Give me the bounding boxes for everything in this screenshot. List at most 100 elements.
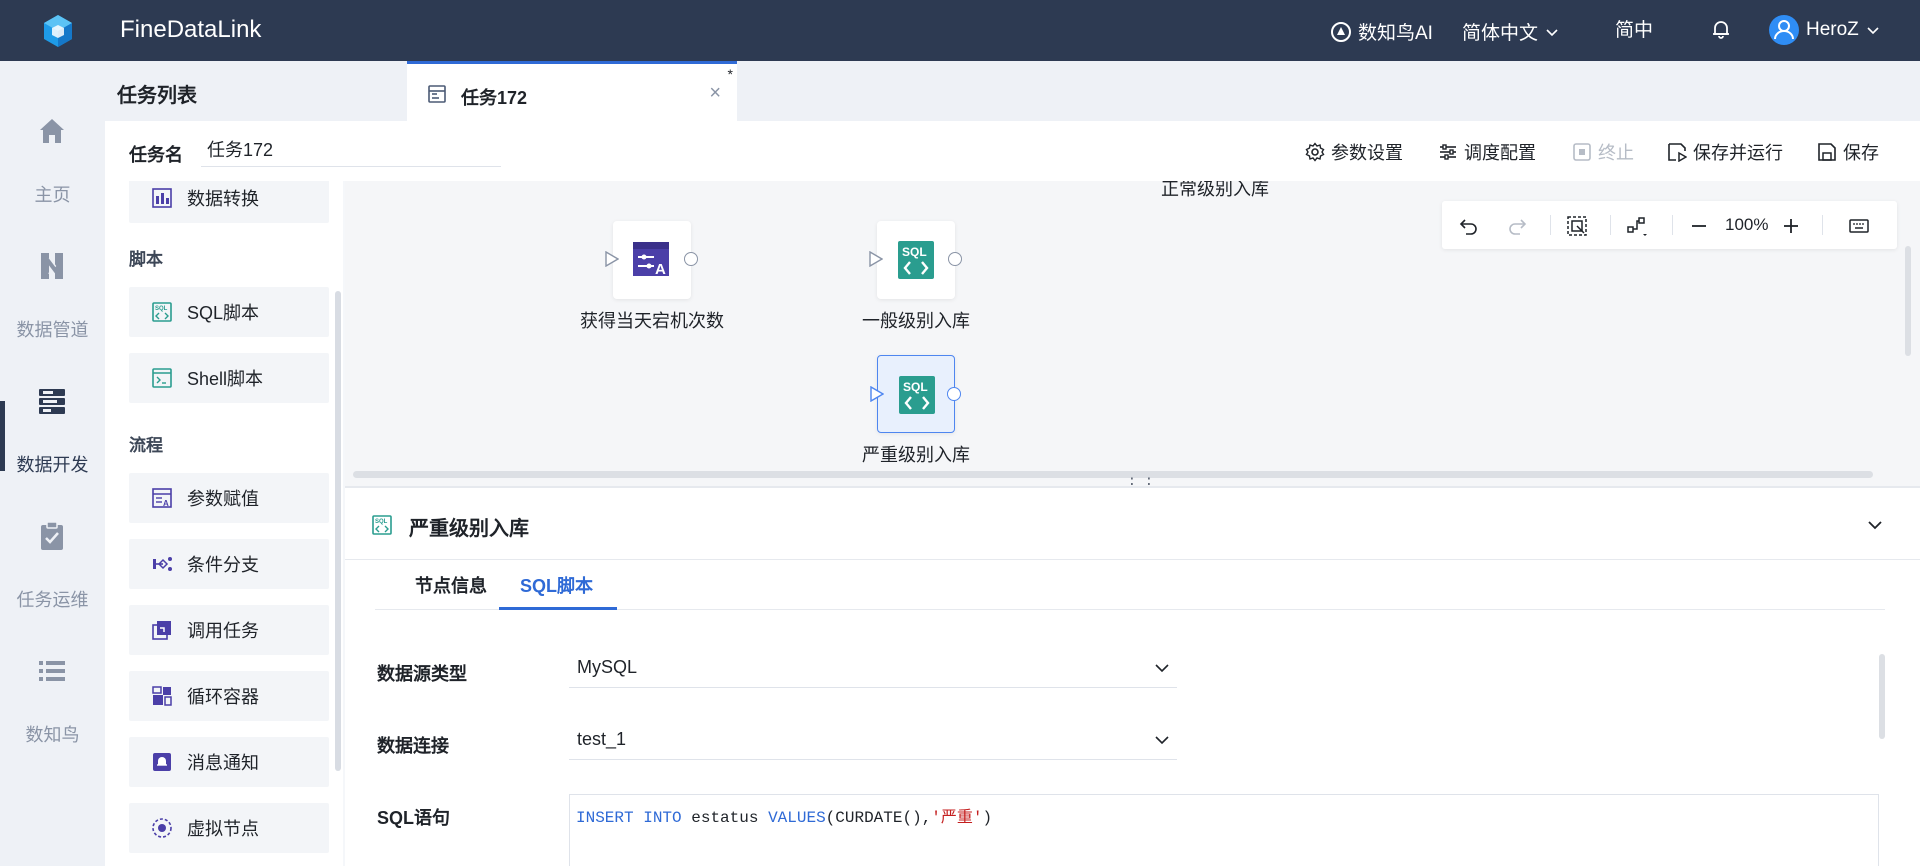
chevron-down-icon[interactable] <box>1866 516 1884 534</box>
component-virtual-node[interactable]: 虚拟节点 <box>129 803 329 853</box>
language-select[interactable]: 简体中文 <box>1462 18 1560 45</box>
schedule-config-button[interactable]: 调度配置 <box>1438 139 1536 165</box>
datasource-type-label: 数据源类型 <box>377 664 467 684</box>
section-script: 脚本 <box>129 250 163 269</box>
sql-statement-label: SQL语句 <box>377 808 451 828</box>
svg-text:A: A <box>163 499 169 508</box>
ops-icon <box>36 520 68 552</box>
tab-node-info[interactable]: 节点信息 <box>415 572 487 598</box>
ai-assistant-button[interactable]: 数知鸟AI <box>1330 18 1433 45</box>
button-label: 保存并运行 <box>1693 143 1783 163</box>
tab-label: 任务172 <box>461 88 528 108</box>
app-logo-icon[interactable] <box>40 13 76 49</box>
input-mode-indicator[interactable]: 简中 <box>1615 15 1653 42</box>
task-list-title[interactable]: 任务列表 <box>117 79 197 108</box>
connection-label: 数据连接 <box>377 736 449 756</box>
redo-icon[interactable] <box>1506 215 1528 237</box>
virtual-node-icon <box>151 817 173 839</box>
component-shell-script[interactable]: Shell脚本 <box>129 353 329 403</box>
avatar <box>1768 14 1800 46</box>
node-label-partial: 正常级别入库 <box>1161 181 1269 199</box>
node-sql-general[interactable]: SQL <box>869 221 962 299</box>
fit-view-icon[interactable] <box>1566 215 1588 237</box>
svg-text:SQL: SQL <box>375 519 388 525</box>
canvas-vertical-scrollbar[interactable] <box>1905 246 1911 356</box>
undo-icon[interactable] <box>1458 215 1480 237</box>
params-settings-button[interactable]: 参数设置 <box>1305 139 1403 165</box>
output-port[interactable] <box>684 252 698 266</box>
input-port-icon[interactable] <box>605 251 619 267</box>
shell-icon <box>151 367 173 389</box>
stop-button[interactable]: 终止 <box>1572 139 1634 165</box>
svg-text:SQL: SQL <box>902 245 927 259</box>
task-toolbar: 任务名 参数设置 调度配置 终止 保存并运行 保存 <box>105 121 1920 181</box>
component-message-notify[interactable]: 消息通知 <box>129 737 329 787</box>
bell-icon <box>1710 18 1732 40</box>
input-port-icon[interactable] <box>870 386 884 402</box>
stop-icon <box>1572 142 1592 162</box>
button-label: 调度配置 <box>1464 143 1536 163</box>
node-label: 一般级别入库 <box>862 311 970 331</box>
layout-icon[interactable] <box>1626 215 1648 237</box>
chevron-down-icon <box>1865 22 1881 38</box>
sql-function: (CURDATE(), <box>825 809 932 827</box>
component-invoke-task[interactable]: 调用任务 <box>129 605 329 655</box>
zoom-level: 100% <box>1725 215 1769 234</box>
detail-vertical-scrollbar[interactable] <box>1879 654 1885 739</box>
save-button[interactable]: 保存 <box>1817 139 1879 165</box>
list-icon <box>36 655 68 687</box>
sql-keyword: INSERT <box>576 809 634 827</box>
modified-marker: * <box>727 66 733 82</box>
component-label: SQL脚本 <box>187 303 260 323</box>
flow-canvas[interactable]: 正常级别入库 A 获得当天宕机次数 SQL 一般级别入库 SQL 严重级别入库 <box>345 181 1920 486</box>
notification-button[interactable] <box>1710 18 1732 40</box>
input-port-icon[interactable] <box>869 251 883 267</box>
zoom-in-icon[interactable] <box>1780 215 1802 237</box>
nav-label: 数知鸟 <box>25 725 80 745</box>
top-bar: FineDataLink 数知鸟AI 简体中文 简中 HeroZ <box>0 0 1920 61</box>
canvas-horizontal-scrollbar[interactable] <box>353 471 1873 478</box>
sliders-icon <box>1438 142 1458 162</box>
connection-select[interactable]: test_1 <box>569 720 1177 760</box>
ai-label: 数知鸟AI <box>1358 23 1433 44</box>
chevron-down-icon <box>1153 659 1171 677</box>
language-label: 简体中文 <box>1462 23 1539 44</box>
sql-editor[interactable]: INSERT INTO estatus VALUES(CURDATE(),'严重… <box>569 794 1879 866</box>
component-loop-container[interactable]: 循环容器 <box>129 671 329 721</box>
zoom-out-icon[interactable] <box>1688 215 1710 237</box>
sql-icon: SQL <box>897 375 937 415</box>
section-flow: 流程 <box>129 436 163 455</box>
nav-item-bird[interactable]: 数知鸟 <box>0 601 105 761</box>
output-port[interactable] <box>947 387 961 401</box>
component-param-assign[interactable]: A 参数赋值 <box>129 473 329 523</box>
output-port[interactable] <box>948 252 962 266</box>
svg-text:SQL: SQL <box>903 380 928 394</box>
sql-table: estatus <box>691 809 759 827</box>
component-sql-script[interactable]: SQL SQL脚本 <box>129 287 329 337</box>
tab-task172[interactable]: 任务172 × * <box>407 61 737 121</box>
task-name-input[interactable] <box>201 131 501 167</box>
node-param-assign[interactable]: A <box>605 221 698 299</box>
datasource-type-select[interactable]: MySQL <box>569 648 1177 688</box>
node-sql-severe[interactable]: SQL <box>870 355 961 433</box>
component-label: 消息通知 <box>187 753 259 773</box>
button-label: 参数设置 <box>1331 143 1403 163</box>
task-name-label: 任务名 <box>129 145 183 165</box>
divider <box>1672 215 1673 235</box>
tab-row: 任务列表 任务172 × * <box>105 61 1920 121</box>
keyboard-icon[interactable] <box>1848 215 1870 237</box>
sql-icon: SQL <box>896 240 936 280</box>
component-data-transform[interactable]: 数据转换 <box>129 181 329 223</box>
close-icon[interactable]: × <box>709 82 721 105</box>
home-icon <box>36 115 68 147</box>
component-label: 参数赋值 <box>187 489 259 509</box>
save-and-run-button[interactable]: 保存并运行 <box>1667 139 1783 165</box>
component-condition-branch[interactable]: 条件分支 <box>129 539 329 589</box>
tab-sql-script[interactable]: SQL脚本 <box>520 572 593 598</box>
save-icon <box>1817 142 1837 162</box>
user-menu[interactable]: HeroZ <box>1768 14 1881 46</box>
component-panel-scrollbar[interactable] <box>335 291 341 771</box>
component-panel: 数据转换 脚本 SQL SQL脚本 Shell脚本 流程 A 参数赋值 条件分支… <box>105 181 343 866</box>
node-detail-panel: SQL 严重级别入库 节点信息 SQL脚本 数据源类型 MySQL 数据连接 t… <box>345 488 1920 866</box>
button-label: 终止 <box>1598 143 1634 163</box>
